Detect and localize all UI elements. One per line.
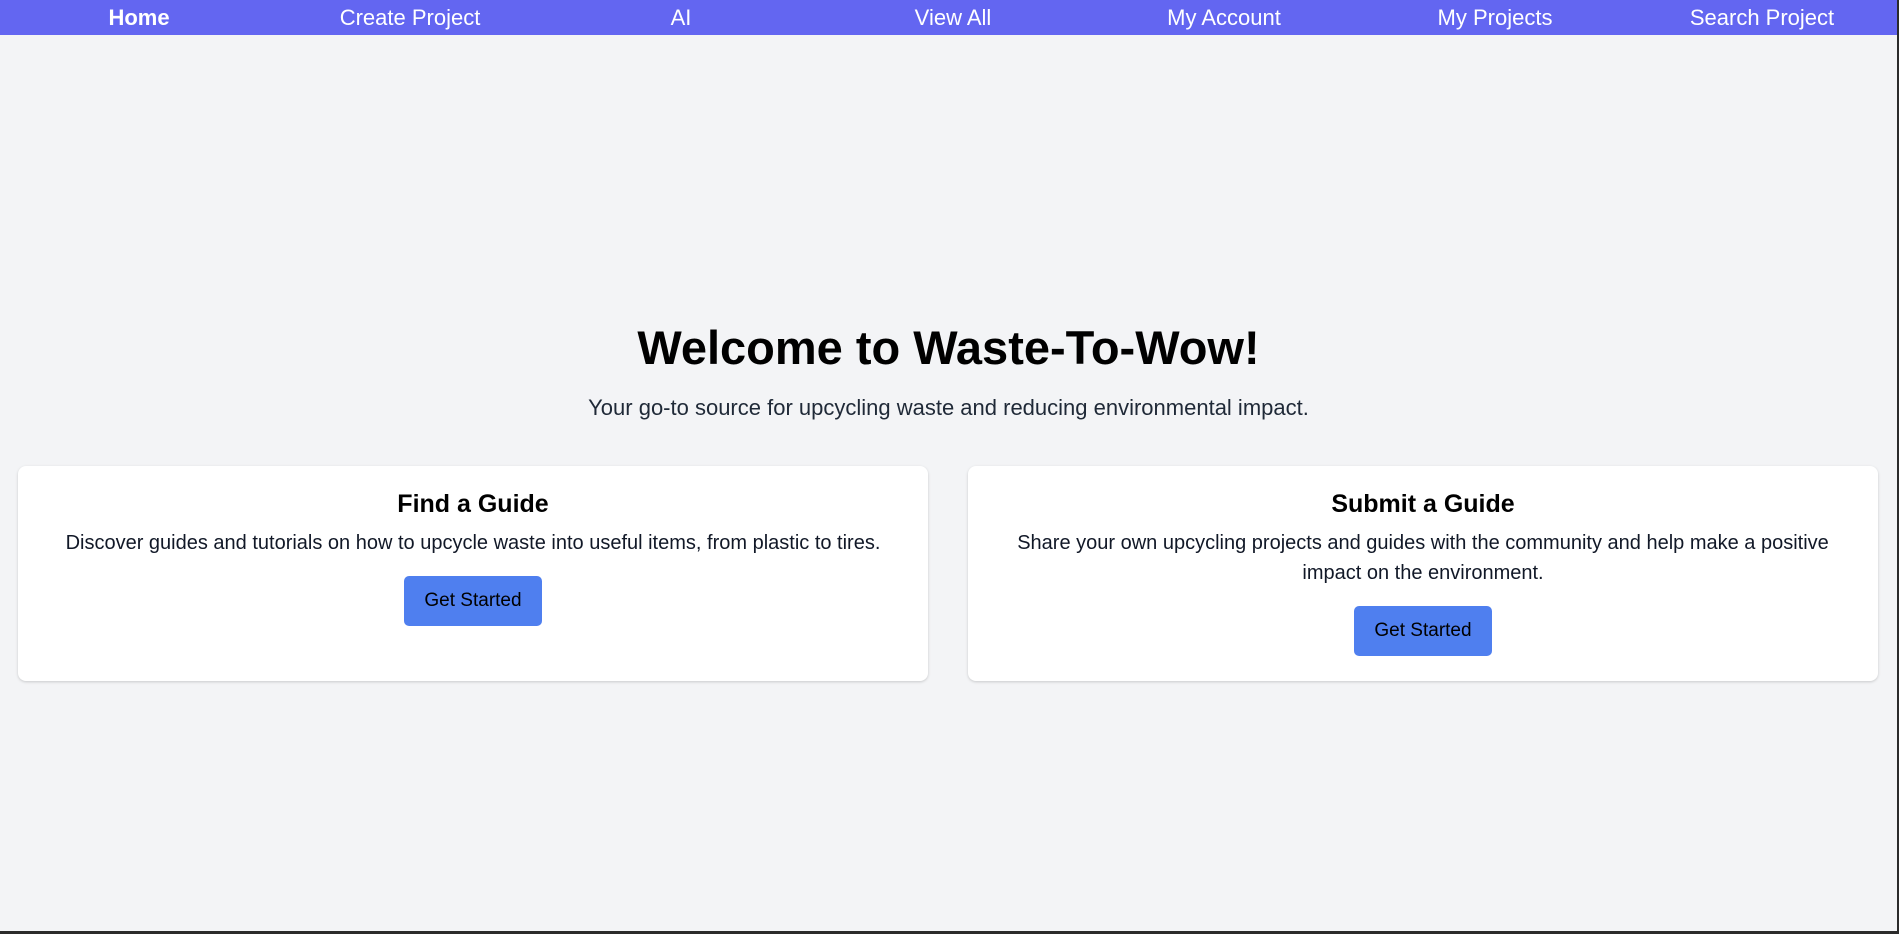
- nav-view-all[interactable]: View All: [915, 0, 992, 35]
- hero-subtitle: Your go-to source for upcycling waste an…: [588, 395, 1309, 420]
- hero-title: Welcome to Waste-To-Wow!: [637, 321, 1260, 374]
- submit-guide-card: Submit a Guide Share your own upcycling …: [968, 466, 1878, 681]
- nav-my-projects[interactable]: My Projects: [1438, 0, 1553, 35]
- nav-ai[interactable]: AI: [671, 0, 692, 35]
- card-description: Share your own upcycling projects and gu…: [1017, 532, 1829, 584]
- card-description: Discover guides and tutorials on how to …: [65, 532, 881, 554]
- submit-guide-get-started-button[interactable]: Get Started: [1354, 606, 1492, 656]
- find-guide-card: Find a Guide Discover guides and tutoria…: [18, 466, 928, 681]
- nav-my-account[interactable]: My Account: [1167, 0, 1281, 35]
- nav-create-project[interactable]: Create Project: [340, 0, 481, 35]
- card-title: Find a Guide: [397, 490, 549, 518]
- nav-home[interactable]: Home: [108, 0, 169, 35]
- top-navbar: Home Create Project AI View All My Accou…: [0, 0, 1897, 35]
- card-title: Submit a Guide: [1331, 490, 1515, 518]
- find-guide-get-started-button[interactable]: Get Started: [404, 576, 542, 626]
- viewport: Home Create Project AI View All My Accou…: [0, 0, 1899, 934]
- nav-search-project[interactable]: Search Project: [1690, 0, 1834, 35]
- page: Home Create Project AI View All My Accou…: [0, 0, 1897, 931]
